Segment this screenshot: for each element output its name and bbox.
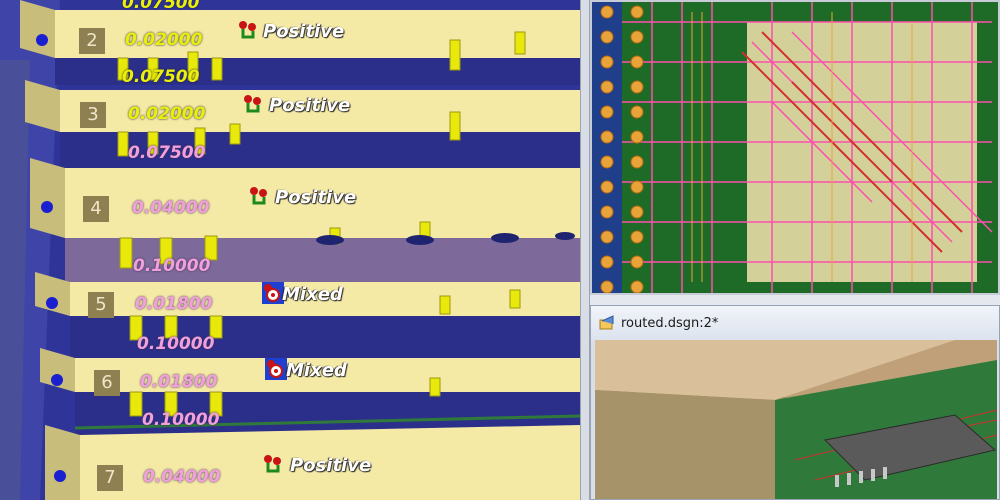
layer-number: 4 (83, 196, 109, 222)
layer-thickness: 0.02000 (125, 30, 203, 50)
positive-plane-icon (239, 21, 256, 39)
stackup-graphic (0, 0, 580, 500)
layer-thickness: 0.01800 (135, 294, 213, 314)
dielectric-value: 0.07500 (122, 67, 200, 87)
window-title: routed.dsgn:2* (621, 315, 719, 331)
3d-board-view[interactable] (595, 340, 997, 499)
layer-number: 2 (79, 28, 105, 54)
layer-stackup-3d-view[interactable]: 2 0.07500 0.02000 Positive 0.07500 3 0.0… (0, 0, 580, 500)
plane-type-label: Positive (290, 455, 372, 476)
layer-number: 5 (88, 292, 114, 318)
plane-type-label: Mixed (286, 360, 347, 381)
pcb-layout-view[interactable] (590, 0, 1000, 295)
positive-plane-icon (244, 95, 261, 113)
dielectric-value: 0.10000 (137, 334, 215, 354)
layer-number: 3 (80, 102, 106, 128)
positive-plane-icon (264, 455, 281, 473)
plane-type-label: Mixed (282, 284, 343, 305)
dielectric-value: 0.10000 (133, 256, 211, 276)
dielectric-value: 0.07500 (128, 143, 206, 163)
vertical-splitter[interactable] (580, 0, 590, 500)
layer-number: 7 (97, 465, 123, 491)
routed-design-window[interactable]: routed.dsgn:2* (590, 305, 1000, 500)
mixed-plane-icon (262, 282, 284, 304)
horizontal-splitter[interactable] (590, 295, 1000, 305)
layer-number: 6 (94, 370, 120, 396)
dielectric-value: 0.10000 (142, 410, 220, 430)
layer-top-value: 0.07500 (122, 0, 200, 13)
design-file-icon (599, 315, 614, 330)
layer-thickness: 0.01800 (140, 372, 218, 392)
plane-type-label: Positive (263, 21, 345, 42)
mixed-plane-icon (265, 358, 287, 380)
layer-thickness: 0.04000 (143, 467, 221, 487)
layer-thickness: 0.02000 (128, 104, 206, 124)
pcb-routing-graphic (592, 2, 998, 293)
plane-type-label: Positive (275, 187, 357, 208)
positive-plane-icon (250, 187, 267, 205)
window-titlebar[interactable]: routed.dsgn:2* (591, 306, 999, 340)
layer-thickness: 0.04000 (132, 198, 210, 218)
3d-board-graphic (595, 340, 997, 499)
plane-type-label: Positive (269, 95, 351, 116)
